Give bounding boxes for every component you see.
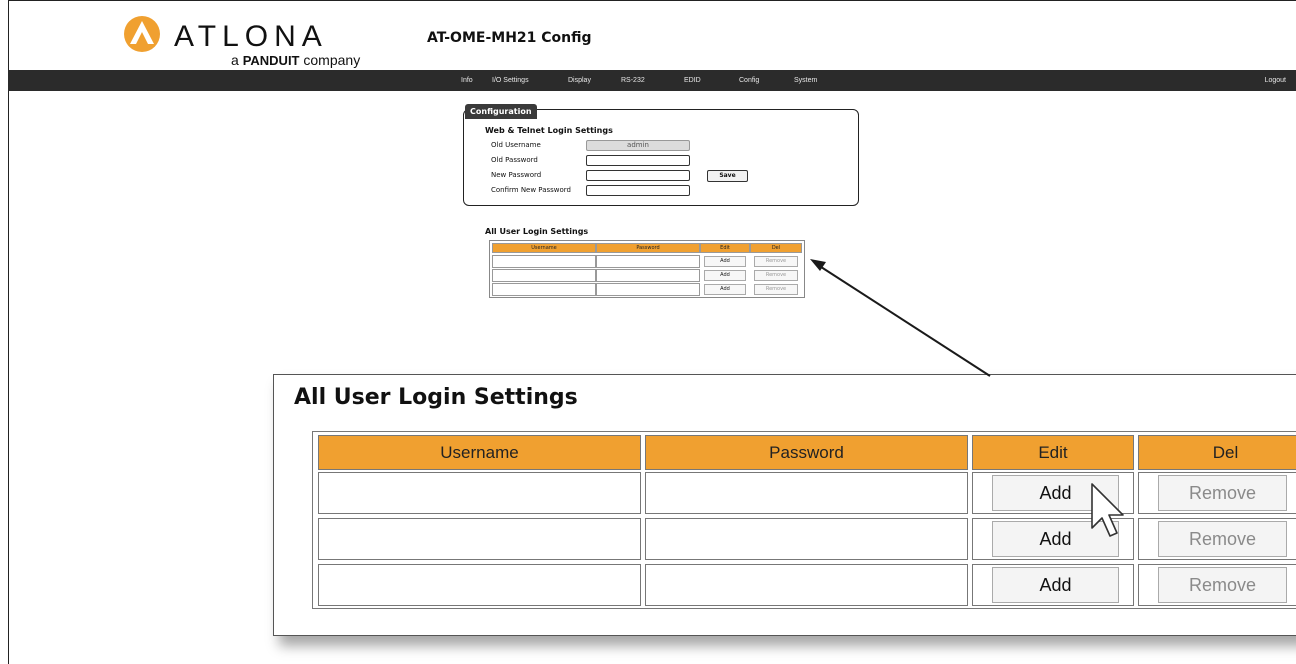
mouse-pointer-icon (1091, 483, 1124, 537)
callout-arrow-icon (810, 259, 991, 377)
